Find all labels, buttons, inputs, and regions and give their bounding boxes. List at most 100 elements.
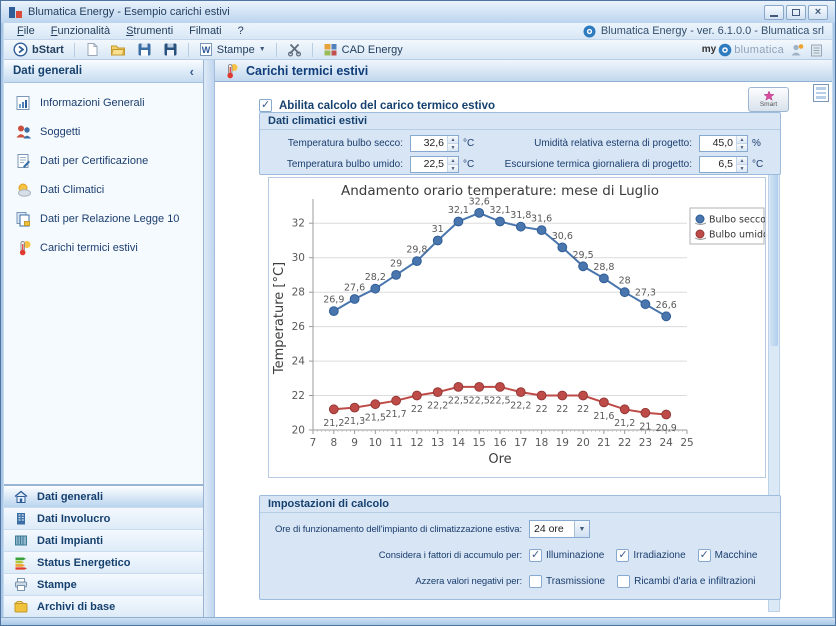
illuminazione-checkbox[interactable] <box>529 549 542 562</box>
sidebar-item-dati-certificazione[interactable]: Dati per Certificazione <box>4 146 203 175</box>
svg-text:20: 20 <box>576 437 589 449</box>
menu-funzionalita[interactable]: Funzionalità <box>43 24 118 38</box>
sidebar-item-soggetti[interactable]: Soggetti <box>4 117 203 146</box>
collapse-panel-button[interactable] <box>813 84 829 102</box>
sidebar-item-carichi-termici-estivi[interactable]: Carichi termici estivi <box>4 233 203 262</box>
building-icon <box>13 511 29 526</box>
sidebar-item-informazioni-generali[interactable]: Informazioni Generali <box>4 88 203 117</box>
umidita-input[interactable]: 45,0 ▲ ▼ <box>699 135 748 152</box>
svg-text:22,2: 22,2 <box>510 401 531 412</box>
spin-up-button[interactable]: ▲ <box>448 157 458 165</box>
blumatica-globe-icon <box>718 43 732 57</box>
my-blumatica-logo[interactable]: my blumatica <box>702 43 784 57</box>
escursione-input[interactable]: 6,5 ▲ ▼ <box>699 156 748 173</box>
user-account-icon[interactable] <box>790 43 804 57</box>
hours-dropdown[interactable]: 24 ore ▼ <box>529 520 590 538</box>
bstart-button[interactable]: bStart <box>9 41 68 58</box>
close-button[interactable]: × <box>808 5 828 20</box>
spin-down-button[interactable]: ▼ <box>737 165 747 172</box>
stampe-button[interactable]: W Stampe ▼ <box>195 41 270 58</box>
spin-up-button[interactable]: ▲ <box>737 136 747 144</box>
svg-text:21,7: 21,7 <box>386 409 407 420</box>
spin-up-button[interactable]: ▲ <box>737 157 747 165</box>
spin-up-button[interactable]: ▲ <box>448 136 458 144</box>
menu-strumenti[interactable]: Strumenti <box>118 24 181 38</box>
summer-thermometer-icon <box>15 240 32 256</box>
collapse-sidebar-button[interactable]: ‹ <box>190 64 194 79</box>
energy-class-icon <box>13 555 29 570</box>
nav-archivi-di-base[interactable]: Archivi di base <box>4 595 203 617</box>
svg-text:27,6: 27,6 <box>344 283 365 294</box>
maximize-button[interactable] <box>786 5 806 20</box>
svg-text:21,5: 21,5 <box>365 413 386 424</box>
spin-down-button[interactable]: ▼ <box>448 165 458 172</box>
svg-text:31,8: 31,8 <box>510 210 531 221</box>
nav-stampe[interactable]: Stampe <box>4 573 203 595</box>
minimize-button[interactable] <box>764 5 784 20</box>
bulbo-umido-input[interactable]: 22,5 ▲ ▼ <box>410 156 459 173</box>
climatic-panel-title: Dati climatici estivi <box>260 113 780 130</box>
svg-text:30: 30 <box>292 252 305 264</box>
option-irradiazione[interactable]: Irradiazione <box>616 549 685 562</box>
smart-button[interactable]: Smart <box>748 87 789 112</box>
option-macchine[interactable]: Macchine <box>698 549 758 562</box>
sidebar-splitter[interactable] <box>204 60 215 617</box>
nav-dati-impianti[interactable]: Dati Impianti <box>4 529 203 551</box>
cad-energy-button[interactable]: CAD Energy <box>319 41 407 58</box>
enable-summer-load-checkbox[interactable] <box>259 99 272 112</box>
svg-text:31: 31 <box>432 224 444 235</box>
svg-text:22: 22 <box>292 390 305 402</box>
svg-text:20,9: 20,9 <box>656 423 677 434</box>
sun-cloud-icon <box>15 182 32 198</box>
hours-row: Ore di funzionamento dell'impianto di cl… <box>266 519 774 539</box>
trasmissione-checkbox[interactable] <box>529 575 542 588</box>
svg-text:Andamento orario temperature:: Andamento orario temperature: mese di Lu… <box>341 183 659 199</box>
nav-dati-involucro[interactable]: Dati Involucro <box>4 507 203 529</box>
new-file-button[interactable] <box>81 41 103 58</box>
save-icon <box>137 42 152 57</box>
archive-folder-icon <box>13 599 29 614</box>
save-button[interactable] <box>133 41 156 58</box>
certificate-document-icon <box>15 153 32 169</box>
main-content: Carichi termici estivi Abilita calcolo d… <box>215 60 832 617</box>
spin-down-button[interactable]: ▼ <box>737 144 747 151</box>
notes-icon[interactable] <box>810 43 823 57</box>
save-all-button[interactable] <box>159 41 182 58</box>
svg-text:21: 21 <box>639 421 651 432</box>
svg-text:9: 9 <box>351 437 358 449</box>
ricambi-aria-checkbox[interactable] <box>617 575 630 588</box>
irradiazione-checkbox[interactable] <box>616 549 629 562</box>
option-ricambi-aria[interactable]: Ricambi d'aria e infiltrazioni <box>617 575 755 588</box>
people-icon <box>15 124 32 140</box>
menu-help[interactable]: ? <box>230 24 252 38</box>
macchine-checkbox[interactable] <box>698 549 711 562</box>
tools-button[interactable] <box>283 41 306 58</box>
svg-text:23: 23 <box>639 437 652 449</box>
svg-text:24: 24 <box>660 437 674 449</box>
word-document-icon: W <box>199 42 213 57</box>
sidebar-item-dati-relazione-legge10[interactable]: Dati per Relazione Legge 10 <box>4 204 203 233</box>
svg-text:Bulbo umido: Bulbo umido <box>709 230 765 241</box>
svg-text:22: 22 <box>618 437 631 449</box>
svg-text:19: 19 <box>556 437 569 449</box>
dropdown-arrow-icon[interactable]: ▼ <box>574 521 589 537</box>
save-all-icon <box>163 42 178 57</box>
nav-status-energetico[interactable]: Status Energetico <box>4 551 203 573</box>
svg-text:25: 25 <box>680 437 693 449</box>
sidebar: Dati generali ‹ Informazioni Generali So… <box>4 60 204 617</box>
open-file-button[interactable] <box>106 41 130 58</box>
option-trasmissione[interactable]: Trasmissione <box>529 575 605 588</box>
spin-down-button[interactable]: ▼ <box>448 144 458 151</box>
nav-dati-generali[interactable]: Dati generali <box>4 485 203 507</box>
sidebar-item-dati-climatici[interactable]: Dati Climatici <box>4 175 203 204</box>
option-illuminazione[interactable]: Illuminazione <box>529 549 604 562</box>
menu-filmati[interactable]: Filmati <box>181 24 229 38</box>
svg-text:12: 12 <box>410 437 423 449</box>
version-label: Blumatica Energy - ver. 6.1.0.0 - Blumat… <box>601 25 824 37</box>
printer-icon <box>13 577 29 592</box>
bulbo-secco-input[interactable]: 32,6 ▲ ▼ <box>410 135 459 152</box>
svg-text:22: 22 <box>577 404 589 415</box>
page-thermometer-icon <box>223 63 239 79</box>
chevron-down-icon: ▼ <box>259 46 266 53</box>
menu-file[interactable]: File <box>9 24 43 38</box>
